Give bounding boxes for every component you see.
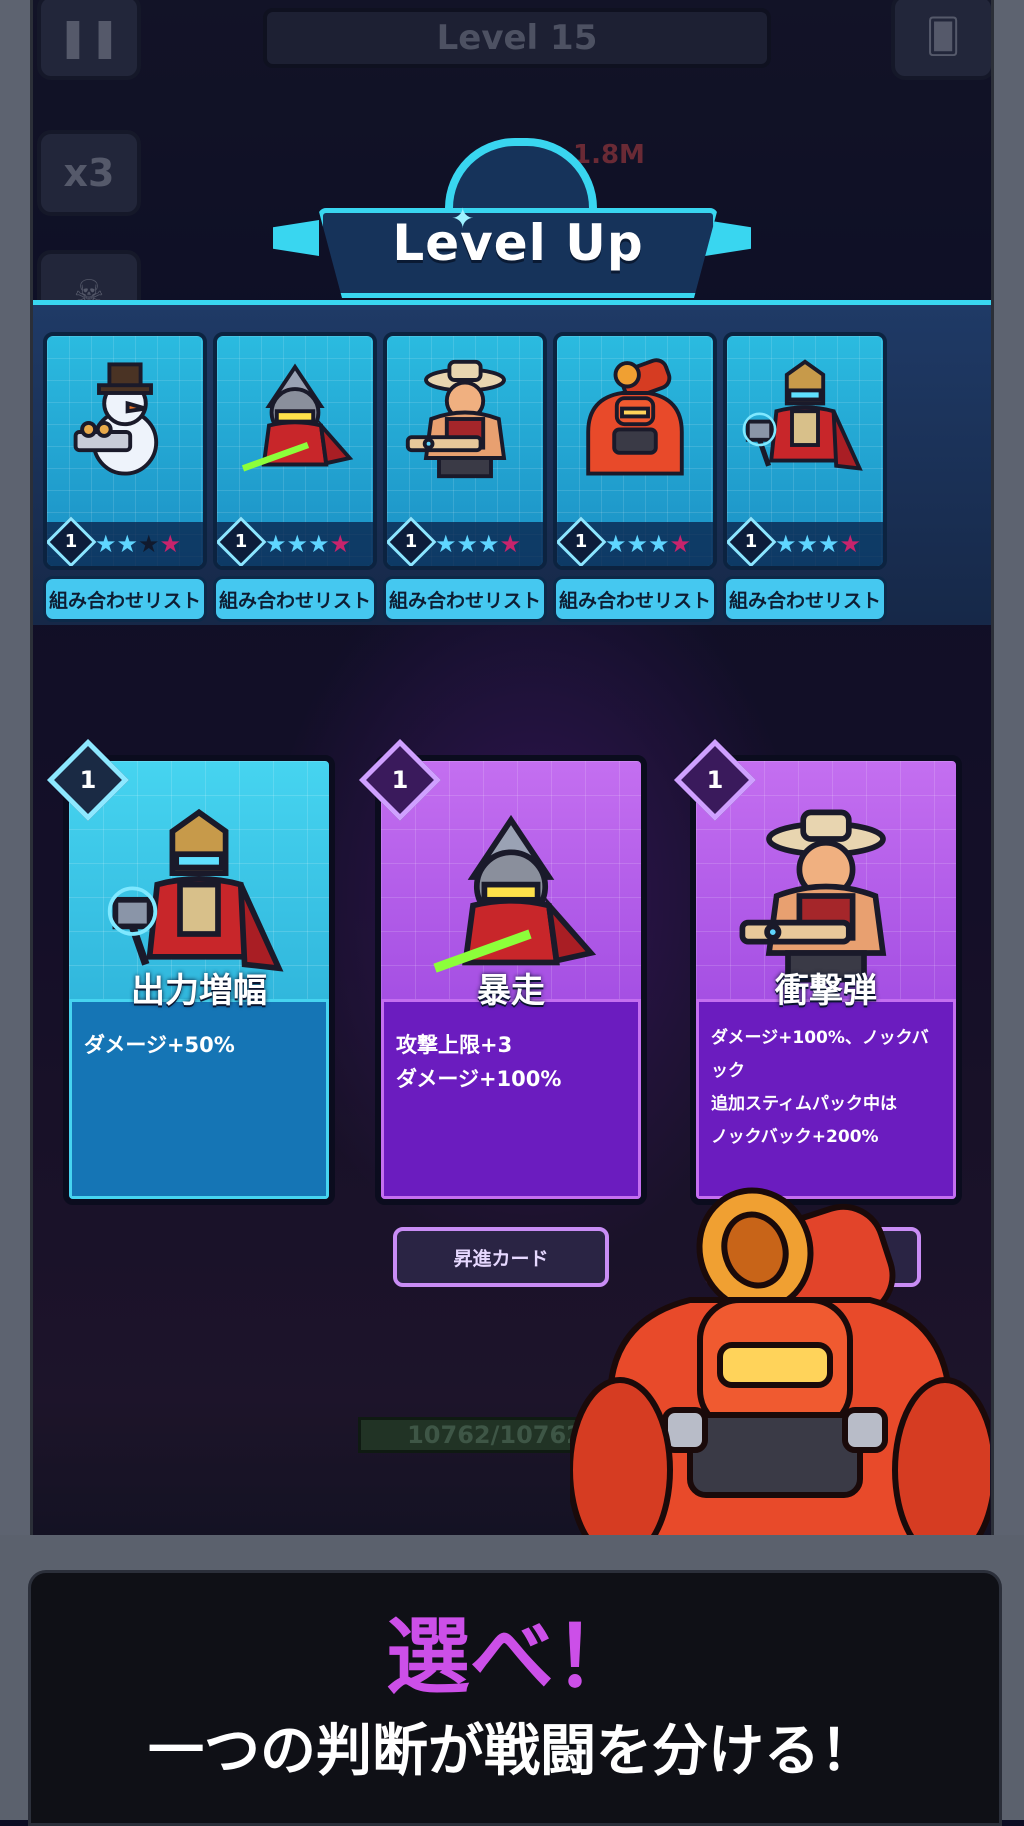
hero-red-mech-icon	[570, 354, 700, 488]
upgrade-desc-line: 追加スティムパック中は	[711, 1094, 897, 1114]
banner-title: Level Up	[392, 214, 644, 272]
cards-icon: 🂠	[925, 17, 961, 57]
level-label: Level 15	[436, 18, 598, 58]
combo-list-label: 組み合わせリスト	[388, 589, 541, 612]
upgrade-name: 暴走	[477, 971, 545, 1011]
combo-list-button[interactable]: 組み合わせリスト	[383, 576, 547, 622]
star-rating: ★★★★	[775, 530, 861, 558]
pause-icon: ❚❚	[57, 15, 121, 59]
roster-card[interactable]: 1 ★★★★ 組み合わせリスト	[43, 332, 207, 622]
star-rating: ★★★★	[265, 530, 351, 558]
promotion-card-label: 昇進カード	[453, 1247, 549, 1270]
star-icon: ★	[626, 530, 649, 558]
roster-card[interactable]: 1 ★★★★ 組み合わせリスト	[553, 332, 717, 622]
combo-list-button[interactable]: 組み合わせリスト	[553, 576, 717, 622]
level-number: 1	[706, 766, 724, 794]
star-icon: ★	[648, 530, 670, 558]
roster-card[interactable]: 1 ★★★★ 組み合わせリスト	[723, 332, 887, 622]
star-icon: ★	[95, 530, 117, 558]
roster-card-art: 1 ★★★★	[43, 332, 207, 570]
combo-list-button[interactable]: 組み合わせリスト	[213, 576, 377, 622]
banner-wing-left	[273, 220, 319, 256]
star-icon: ★	[329, 530, 352, 558]
star-rating: ★★★★	[605, 530, 691, 558]
star-icon: ★	[159, 530, 182, 558]
combo-list-label: 組み合わせリスト	[218, 589, 371, 612]
caption-subtitle: 一つの判断が戦闘を分ける！	[148, 1719, 876, 1784]
star-icon: ★	[796, 530, 819, 558]
level-number: 1	[404, 531, 418, 552]
upgrade-choice-card[interactable]: 攻撃上限+3 ダメージ+100% 暴走 1	[358, 738, 647, 1205]
star-rating: ★★★★	[435, 530, 521, 558]
star-icon: ★	[138, 530, 160, 558]
star-rating: ★★★★	[95, 530, 181, 558]
star-icon: ★	[286, 530, 309, 558]
roster-card-art: 1 ★★★★	[383, 332, 547, 570]
level-number: 1	[744, 531, 758, 552]
star-icon: ★	[669, 530, 692, 558]
combo-list-label: 組み合わせリスト	[48, 589, 201, 612]
level-up-banner: Level Up ✦	[33, 100, 991, 300]
cards-button[interactable]: 🂠	[891, 0, 991, 80]
level-number: 1	[79, 766, 97, 794]
combo-list-button[interactable]: 組み合わせリスト	[43, 576, 207, 622]
upgrade-name: 出力増幅	[131, 971, 267, 1011]
hero-thor-knight-icon	[740, 354, 870, 488]
upgrade-desc-line: ダメージ+50%	[84, 1033, 235, 1057]
star-icon: ★	[499, 530, 522, 558]
roster-card[interactable]: 1 ★★★★ 組み合わせリスト	[213, 332, 377, 622]
combo-list-label: 組み合わせリスト	[728, 589, 881, 612]
upgrade-choice-card[interactable]: ダメージ+100%、ノックバック 追加スティムパック中は ノックバック+200% 衝…	[673, 738, 962, 1205]
pause-button[interactable]: ❚❚	[37, 0, 141, 80]
hp-text: 10762/10762	[407, 1421, 583, 1449]
hero-red-ninja-icon	[230, 354, 360, 488]
star-icon: ★	[775, 530, 797, 558]
hero-cowboy-gunner-icon	[400, 354, 530, 488]
roster-card-art: 1 ★★★★	[553, 332, 717, 570]
star-icon: ★	[818, 530, 840, 558]
star-icon: ★	[265, 530, 287, 558]
star-icon: ★	[605, 530, 627, 558]
upgrade-desc-line: ダメージ+100%、ノックバック	[711, 1028, 929, 1081]
upgrade-name: 衝撃弾	[775, 971, 877, 1011]
level-number: 1	[234, 531, 248, 552]
upgrade-description: ダメージ+50%	[69, 999, 329, 1199]
level-number: 1	[391, 766, 409, 794]
star-icon: ★	[116, 530, 139, 558]
sparkle-icon: ✦	[451, 202, 475, 235]
star-icon: ★	[839, 530, 862, 558]
level-number: 1	[64, 531, 78, 552]
combo-list-label: 組み合わせリスト	[558, 589, 711, 612]
red-mech-character-art	[570, 1187, 990, 1570]
hero-snowman-gunner-icon	[60, 354, 190, 488]
star-icon: ★	[435, 530, 457, 558]
upgrade-desc-line: ダメージ+100%	[396, 1067, 562, 1091]
roster-card[interactable]: 1 ★★★★ 組み合わせリスト	[383, 332, 547, 622]
caption-title: 選べ！	[385, 1608, 638, 1706]
star-icon: ★	[456, 530, 479, 558]
level-indicator: Level 15	[263, 8, 771, 68]
combo-list-button[interactable]: 組み合わせリスト	[723, 576, 887, 622]
roster-card-art: 1 ★★★★	[213, 332, 377, 570]
upgrade-desc-line: 攻撃上限+3	[396, 1033, 513, 1057]
roster-card-art: 1 ★★★★	[723, 332, 887, 570]
star-icon: ★	[478, 530, 500, 558]
level-number: 1	[574, 531, 588, 552]
star-icon: ★	[308, 530, 330, 558]
upgrade-choice-card[interactable]: ダメージ+50% 出力増幅 1	[46, 738, 335, 1205]
